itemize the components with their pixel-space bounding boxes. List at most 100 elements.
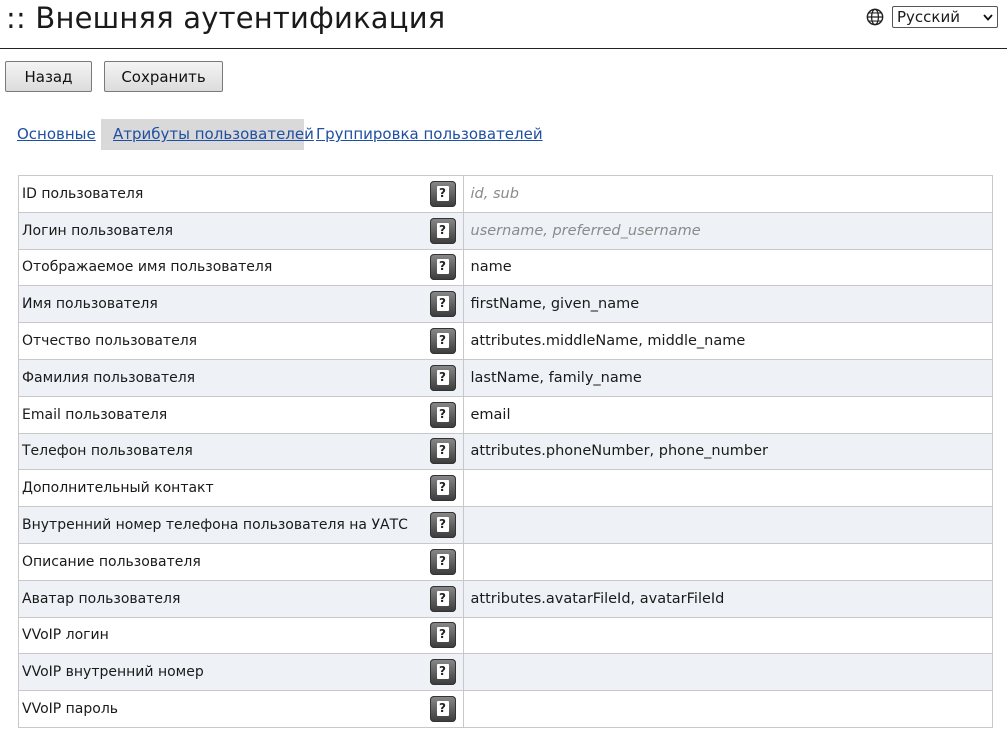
attribute-label: Аватар пользователя (18, 579, 423, 618)
table-row: Отображаемое имя пользователя? name (18, 248, 993, 287)
help-icon[interactable]: ? (429, 585, 456, 612)
attribute-label: VVoIP внутренний номер (18, 653, 423, 692)
tab-user-grouping[interactable]: Группировка пользователей (304, 119, 555, 150)
table-row: VVoIP логин? (18, 616, 993, 655)
attribute-value: name (470, 259, 512, 276)
attribute-label: Отчество пользователя (18, 322, 423, 360)
attribute-label: VVoIP пароль (18, 690, 423, 728)
help-cell: ? (422, 506, 464, 544)
attribute-label: VVoIP логин (18, 616, 423, 655)
help-cell: ? (422, 358, 464, 397)
attribute-label: Телефон пользователя (18, 432, 423, 471)
attribute-value-field[interactable]: name (463, 248, 993, 287)
help-icon[interactable]: ? (429, 548, 456, 575)
attribute-value: attributes.avatarFileId, avatarFileId (470, 590, 725, 607)
help-cell: ? (422, 542, 464, 581)
attribute-value-field[interactable]: firstName, given_name (463, 285, 993, 324)
attribute-value-field[interactable] (463, 506, 993, 544)
attribute-label: Внутренний номер телефона пользователя н… (18, 506, 423, 544)
chevron-down-icon (983, 14, 993, 21)
table-row: Логин пользователя? username, preferred_u… (18, 211, 993, 250)
help-icon-glyph: ? (436, 664, 449, 680)
attribute-value-field[interactable] (463, 616, 993, 655)
attribute-label: Фамилия пользователя (18, 358, 423, 397)
help-icon[interactable]: ? (429, 659, 456, 686)
help-icon-glyph: ? (436, 627, 449, 643)
help-icon[interactable]: ? (429, 512, 456, 539)
back-button[interactable]: Назад (5, 61, 92, 92)
attribute-label: Логин пользователя (18, 211, 423, 250)
table-row: VVoIP пароль? (18, 690, 993, 728)
page-title: :: Внешняя аутентификация (6, 1, 446, 35)
attribute-placeholder: id, sub (470, 185, 519, 202)
tab-main[interactable]: Основные (5, 119, 108, 150)
help-icon[interactable]: ? (429, 475, 456, 502)
attribute-value-field[interactable] (463, 653, 993, 692)
help-icon[interactable]: ? (429, 291, 456, 318)
attribute-value-field[interactable]: lastName, family_name (463, 358, 993, 397)
attribute-value-field[interactable]: attributes.middleName, middle_name (463, 322, 993, 360)
help-cell: ? (422, 248, 464, 287)
tab-user-attributes[interactable]: Атрибуты пользователей (101, 119, 314, 150)
table-row: Дополнительный контакт? (18, 469, 993, 508)
attribute-value-field[interactable] (463, 690, 993, 728)
help-icon[interactable]: ? (429, 438, 456, 465)
help-icon-glyph: ? (436, 296, 449, 312)
help-cell: ? (422, 322, 464, 360)
attribute-value: firstName, given_name (470, 296, 640, 313)
help-cell: ? (422, 175, 464, 213)
help-icon-glyph: ? (436, 590, 449, 606)
help-icon[interactable]: ? (429, 217, 456, 244)
attribute-value: email (470, 406, 511, 423)
help-icon[interactable]: ? (429, 622, 456, 649)
attribute-value-field[interactable]: attributes.avatarFileId, avatarFileId (463, 579, 993, 618)
table-row: Отчество пользователя? attributes.middleN… (18, 322, 993, 360)
help-icon-glyph: ? (436, 553, 449, 569)
help-icon-glyph: ? (436, 517, 449, 533)
page-header: :: Внешняя аутентификация Русский (0, 0, 1007, 49)
help-icon[interactable]: ? (429, 254, 456, 281)
help-icon-glyph: ? (436, 185, 449, 201)
save-button[interactable]: Сохранить (104, 61, 223, 92)
help-icon-glyph: ? (436, 443, 449, 459)
help-icon[interactable]: ? (429, 401, 456, 428)
attribute-value-field[interactable] (463, 469, 993, 508)
table-row: VVoIP внутренний номер? (18, 653, 993, 692)
attribute-label: Дополнительный контакт (18, 469, 423, 508)
help-icon-glyph: ? (436, 406, 449, 422)
help-icon-glyph: ? (436, 369, 449, 385)
language-select[interactable]: Русский (892, 6, 998, 28)
attribute-value-field[interactable]: id, sub (463, 175, 993, 213)
table-row: Описание пользователя? (18, 542, 993, 581)
attribute-value: lastName, family_name (470, 369, 642, 386)
language-select-value: Русский (897, 8, 960, 26)
attribute-value-field[interactable] (463, 542, 993, 581)
help-icon-glyph: ? (436, 333, 449, 349)
help-icon[interactable]: ? (429, 328, 456, 355)
table-row: ID пользователя? id, sub (18, 175, 993, 213)
help-icon[interactable]: ? (429, 696, 456, 723)
help-cell: ? (422, 579, 464, 618)
help-icon[interactable]: ? (429, 364, 456, 391)
table-row: Внутренний номер телефона пользователя н… (18, 506, 993, 544)
help-cell: ? (422, 211, 464, 250)
help-icon-glyph: ? (436, 480, 449, 496)
table-row: Имя пользователя? firstName, given_name (18, 285, 993, 324)
help-cell: ? (422, 616, 464, 655)
help-icon[interactable]: ? (429, 180, 456, 207)
help-cell: ? (422, 653, 464, 692)
attribute-label: Email пользователя (18, 395, 423, 434)
table-row: Телефон пользователя? attributes.phoneNum… (18, 432, 993, 471)
help-cell: ? (422, 469, 464, 508)
attribute-value-field[interactable]: attributes.phoneNumber, phone_number (463, 432, 993, 471)
attribute-value-field[interactable]: username, preferred_username (463, 211, 993, 250)
attribute-label: ID пользователя (18, 175, 423, 213)
help-icon-glyph: ? (436, 701, 449, 717)
globe-icon (866, 8, 884, 26)
attribute-placeholder: username, preferred_username (470, 222, 701, 239)
attribute-value: attributes.middleName, middle_name (470, 333, 746, 350)
attribute-value-field[interactable]: email (463, 395, 993, 434)
help-icon-glyph: ? (436, 222, 449, 238)
attributes-table: ID пользователя? id, sub Логин пользовател… (18, 175, 993, 728)
attribute-label: Описание пользователя (18, 542, 423, 581)
